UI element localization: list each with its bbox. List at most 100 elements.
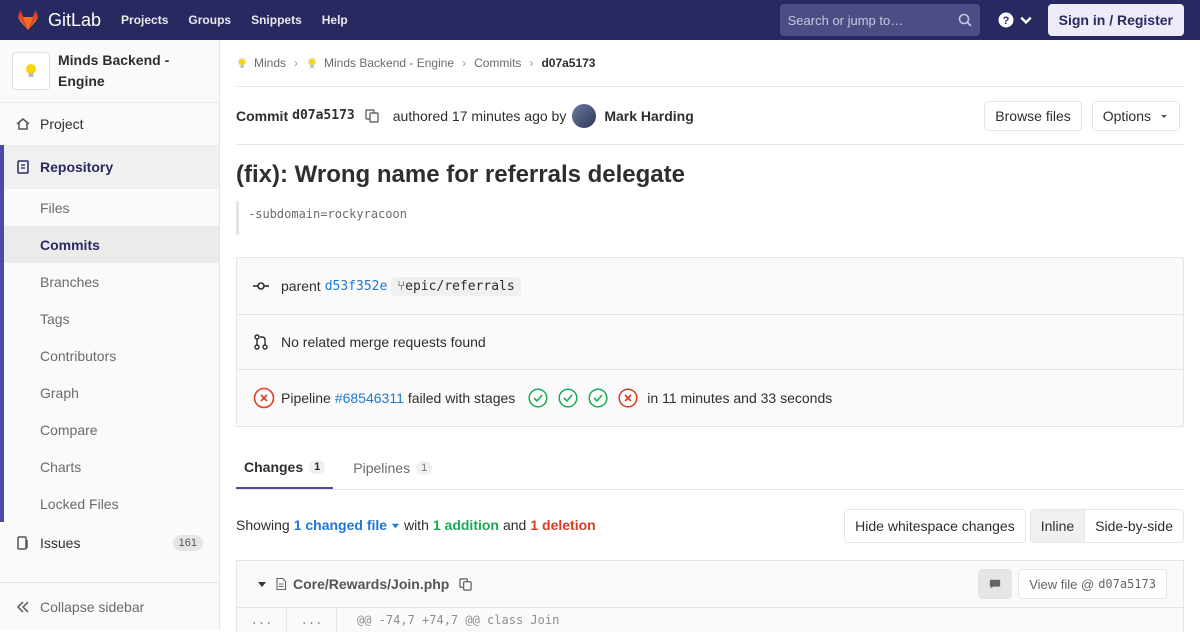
sidebar-item-project[interactable]: Project [0, 103, 219, 145]
sign-in-button[interactable]: Sign in / Register [1047, 4, 1184, 36]
nav-projects[interactable]: Projects [121, 13, 168, 27]
lightbulb-icon [238, 58, 246, 68]
copy-icon[interactable] [365, 108, 379, 123]
gitlab-logo-icon [18, 10, 38, 30]
search-icon [958, 13, 972, 27]
merge-request-icon [254, 334, 268, 350]
pipeline-prefix: Pipeline [281, 390, 331, 406]
old-line-number[interactable]: ... [237, 608, 287, 632]
commit-label: Commit [236, 107, 289, 124]
double-chevron-left-icon [16, 600, 29, 613]
sidebar-item-files[interactable]: Files [4, 189, 219, 226]
collapse-sidebar-button[interactable]: Collapse sidebar [0, 582, 219, 630]
parent-row: parent d53f352e ⑂epic/referrals [237, 258, 1183, 315]
inline-view-button[interactable]: Inline [1030, 510, 1086, 542]
commit-info-box: parent d53f352e ⑂epic/referrals No relat… [236, 257, 1184, 427]
stage-success-icon[interactable] [558, 388, 578, 408]
search-input[interactable]: Search or jump to… [779, 4, 980, 36]
sidebar-item-tags[interactable]: Tags [4, 300, 219, 337]
sidebar-item-contributors[interactable]: Contributors [4, 337, 219, 374]
tab-changes[interactable]: Changes 1 [236, 447, 334, 489]
sidebar-item-locked-files[interactable]: Locked Files [4, 485, 219, 522]
nav-help[interactable]: Help [322, 13, 348, 27]
tab-pipelines[interactable]: Pipelines 1 [345, 447, 440, 489]
parent-sha-link[interactable]: d53f352e [325, 279, 388, 294]
branch-name: epic/referrals [405, 278, 515, 294]
breadcrumb-current[interactable]: d07a5173 [541, 56, 595, 70]
branch-icon: ⑂ [397, 278, 406, 294]
project-avatar [12, 52, 50, 90]
sidebar-item-graph[interactable]: Graph [4, 374, 219, 411]
sidebar-item-commits[interactable]: Commits [4, 226, 219, 263]
file-path[interactable]: Core/Rewards/Join.php [293, 576, 449, 592]
pipeline-link[interactable]: #68546311 [335, 390, 404, 406]
merge-requests-row: No related merge requests found [237, 315, 1183, 370]
collapse-label: Collapse sidebar [40, 598, 145, 615]
avatar[interactable] [572, 103, 597, 128]
pipeline-row: Pipeline #68546311 failed with stages in… [237, 370, 1183, 426]
stage-success-icon[interactable] [528, 388, 548, 408]
hide-whitespace-button[interactable]: Hide whitespace changes [844, 509, 1026, 543]
branch-tag[interactable]: ⑂epic/referrals [391, 276, 521, 296]
issues-count-badge: 161 [172, 535, 203, 551]
diff-summary: Showing 1 changed file with 1 addition a… [236, 490, 1184, 560]
svg-text:?: ? [1002, 15, 1009, 27]
pipeline-failed-icon[interactable] [253, 387, 275, 409]
view-file-label: View file @ [1029, 576, 1095, 592]
toggle-comments-button[interactable] [978, 569, 1013, 599]
changed-files-dropdown[interactable]: 1 changed file [294, 517, 400, 533]
additions-count: 1 addition [432, 517, 499, 533]
view-file-button[interactable]: View file @ d07a5173 [1018, 569, 1167, 599]
nav-groups[interactable]: Groups [188, 13, 231, 27]
search-placeholder: Search or jump to… [787, 12, 904, 28]
caret-down-icon [391, 523, 400, 529]
authored-text: authored 17 minutes ago by [392, 107, 567, 124]
options-dropdown[interactable]: Options [1091, 101, 1180, 131]
commit-icon [253, 282, 269, 290]
stage-failed-icon[interactable] [618, 388, 638, 408]
commit-tabs: Changes 1 Pipelines 1 [236, 447, 1184, 490]
commit-title: (fix): Wrong name for referrals delegate [236, 161, 685, 188]
browse-files-button[interactable]: Browse files [984, 101, 1082, 131]
options-label: Options [1102, 108, 1151, 124]
project-header[interactable]: Minds Backend - Engine [0, 40, 219, 103]
help-dropdown[interactable]: ? [998, 12, 1034, 28]
copy-icon[interactable] [459, 577, 473, 591]
commit-sha: d07a5173 [292, 108, 355, 123]
new-line-number[interactable]: ... [287, 608, 337, 632]
nav-snippets[interactable]: Snippets [251, 13, 302, 27]
gitlab-logo[interactable]: GitLab [16, 0, 101, 40]
view-file-sha: d07a5173 [1098, 577, 1156, 591]
sidebar-item-charts[interactable]: Charts [4, 448, 219, 485]
caret-down-icon[interactable] [257, 579, 267, 589]
lightbulb-icon [308, 58, 317, 68]
breadcrumb-commits[interactable]: Commits [474, 56, 521, 70]
commit-header: Commit d07a5173 authored 17 minutes ago … [236, 87, 1184, 145]
stage-success-icon[interactable] [588, 388, 608, 408]
sidebar-item-compare[interactable]: Compare [4, 411, 219, 448]
breadcrumb-project[interactable]: Minds Backend - Engine [324, 56, 454, 70]
breadcrumb: Minds › Minds Backend - Engine › Commits… [236, 40, 1184, 87]
sidebar-item-label: Repository [40, 159, 114, 175]
chevron-down-icon [1019, 16, 1032, 25]
project-name: Minds Backend - Engine [58, 52, 170, 89]
sidebar-item-branches[interactable]: Branches [4, 263, 219, 300]
brand-name: GitLab [48, 9, 102, 30]
lightbulb-icon [26, 64, 36, 77]
sidebar-item-repository[interactable]: Repository [4, 145, 219, 189]
author-name[interactable]: Mark Harding [604, 108, 693, 124]
issues-icon [17, 536, 28, 550]
tab-label: Changes [244, 459, 304, 475]
sidebar: Minds Backend - Engine Project Repositor… [0, 40, 220, 630]
tab-label: Pipelines [353, 460, 411, 476]
merge-requests-text: No related merge requests found [281, 334, 486, 350]
with-label: with [403, 517, 429, 533]
comment-icon [990, 579, 1001, 589]
breadcrumb-group[interactable]: Minds [254, 56, 286, 70]
changed-files-label: 1 changed file [293, 517, 388, 533]
main-content: Minds › Minds Backend - Engine › Commits… [236, 40, 1184, 632]
home-icon [16, 118, 30, 130]
caret-down-icon [1161, 115, 1167, 118]
side-by-side-button[interactable]: Side-by-side [1085, 510, 1183, 542]
sidebar-item-issues[interactable]: Issues 161 [0, 522, 219, 564]
